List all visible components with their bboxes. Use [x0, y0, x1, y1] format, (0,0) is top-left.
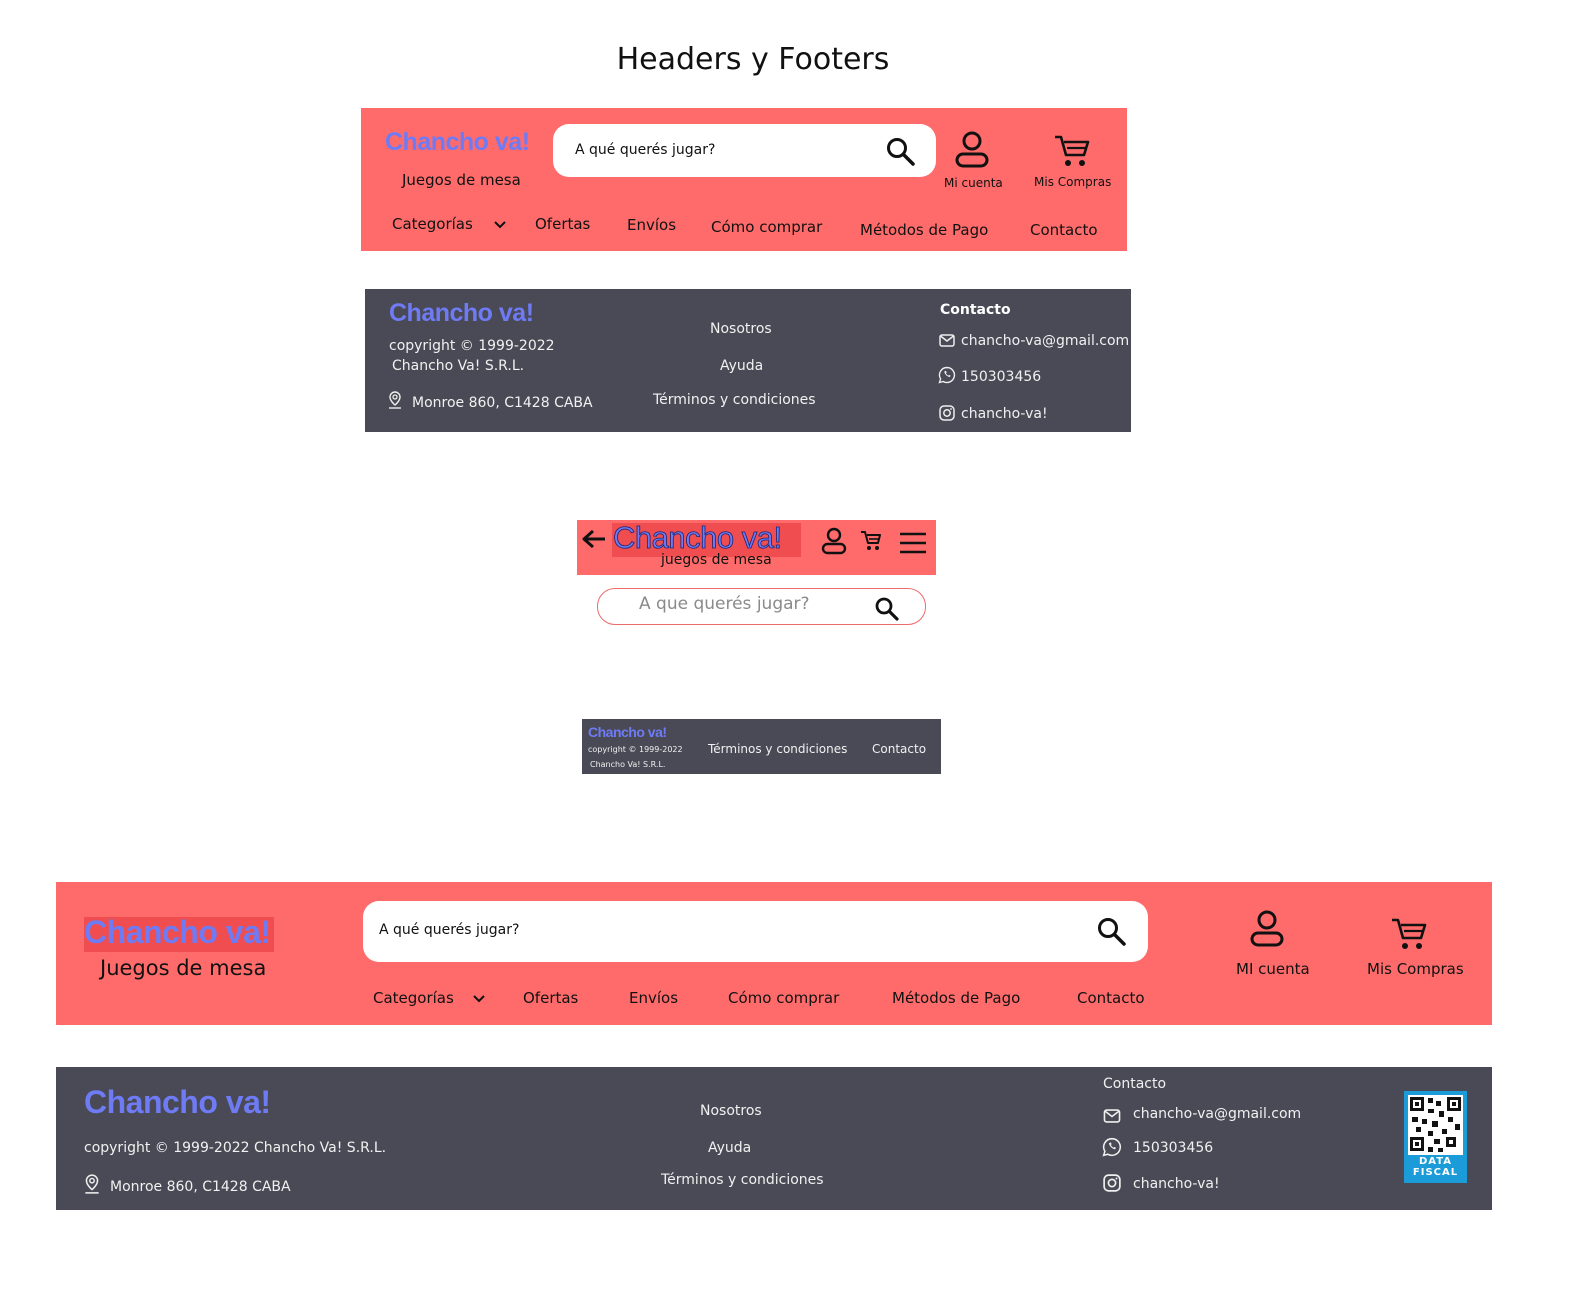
desktop-footer: Chancho va! copyright © 1999-2022 Chanch…	[365, 289, 1131, 432]
nav-contacto[interactable]: Contacto	[1030, 221, 1098, 239]
header-logo[interactable]: Chancho va!	[385, 128, 530, 157]
mobile-header: Chancho va! juegos de mesa	[577, 520, 936, 575]
footer-link-ayuda[interactable]: Ayuda	[720, 358, 763, 374]
mobile-search-bar[interactable]: A que querés jugar?	[597, 588, 926, 625]
mobile-footer: Chancho va! copyright © 1999-2022 Chanch…	[582, 719, 941, 774]
contact-title: Contacto	[940, 302, 1011, 318]
data-fiscal-qr[interactable]: DATA FISCAL	[1404, 1091, 1467, 1183]
footer-link-nosotros[interactable]: Nosotros	[700, 1103, 762, 1119]
wide-cart-label[interactable]: Mis Compras	[1367, 960, 1464, 978]
contact-instagram[interactable]: chancho-va!	[1133, 1176, 1220, 1192]
search-icon[interactable]	[1097, 917, 1127, 947]
user-icon[interactable]	[1249, 909, 1285, 949]
user-icon[interactable]	[821, 527, 847, 555]
cart-icon[interactable]	[860, 530, 882, 552]
back-arrow-icon[interactable]	[581, 528, 607, 550]
mobile-company: Chancho Va! S.R.L.	[590, 760, 666, 769]
nav-ofertas[interactable]: Ofertas	[523, 989, 578, 1007]
contact-phone[interactable]: 150303456	[1133, 1140, 1213, 1156]
nav-como-comprar[interactable]: Cómo comprar	[728, 989, 839, 1007]
wide-search-input[interactable]: A qué querés jugar?	[379, 922, 519, 938]
whatsapp-icon	[1102, 1137, 1122, 1157]
nav-como-comprar[interactable]: Cómo comprar	[711, 218, 822, 236]
contact-title: Contacto	[1103, 1076, 1167, 1092]
contact-instagram[interactable]: chancho-va!	[961, 406, 1048, 422]
wide-search-bar[interactable]: A qué querés jugar?	[363, 901, 1148, 962]
desktop-header: Chancho va! Juegos de mesa A qué querés …	[361, 108, 1127, 251]
mobile-search-input[interactable]: A que querés jugar?	[639, 594, 810, 614]
copyright-text: copyright © 1999-2022	[389, 338, 555, 354]
contact-email[interactable]: chancho-va@gmail.com	[1133, 1106, 1301, 1122]
nav-envios[interactable]: Envíos	[629, 989, 678, 1007]
header-tagline: Juegos de mesa	[402, 171, 521, 189]
wide-footer-logo[interactable]: Chancho va!	[84, 1084, 271, 1121]
mobile-footer-logo[interactable]: Chancho va!	[588, 724, 667, 740]
instagram-icon	[939, 405, 955, 421]
search-input[interactable]: A qué querés jugar?	[575, 142, 715, 158]
wide-address: Monroe 860, C1428 CABA	[110, 1179, 291, 1195]
wide-account-label[interactable]: MI cuenta	[1236, 960, 1310, 978]
chevron-down-icon	[493, 215, 506, 233]
mail-icon	[1103, 1109, 1121, 1123]
instagram-icon	[1103, 1174, 1121, 1192]
cart-label[interactable]: Mis Compras	[1034, 175, 1111, 189]
nav-metodos-pago[interactable]: Métodos de Pago	[892, 989, 1020, 1007]
footer-link-ayuda[interactable]: Ayuda	[708, 1140, 751, 1156]
contact-email[interactable]: chancho-va@gmail.com	[961, 333, 1129, 349]
company-name: Chancho Va! S.R.L.	[392, 358, 525, 374]
mobile-logo[interactable]: Chancho va!	[613, 520, 783, 556]
contact-phone[interactable]: 150303456	[961, 369, 1041, 385]
page-title: Headers y Footers	[616, 42, 890, 77]
mobile-footer-contacto[interactable]: Contacto	[872, 742, 926, 756]
wide-footer: Chancho va! copyright © 1999-2022 Chanch…	[56, 1067, 1492, 1210]
footer-link-terminos[interactable]: Términos y condiciones	[653, 392, 816, 408]
qr-caption-line2: FISCAL	[1412, 1167, 1459, 1178]
nav-metodos-pago[interactable]: Métodos de Pago	[860, 221, 988, 239]
nav-contacto[interactable]: Contacto	[1077, 989, 1145, 1007]
nav-ofertas[interactable]: Ofertas	[535, 215, 590, 233]
address-text: Monroe 860, C1428 CABA	[412, 395, 593, 411]
mobile-footer-terminos[interactable]: Términos y condiciones	[708, 742, 847, 756]
wide-header: Chancho va! Juegos de mesa A qué querés …	[56, 882, 1492, 1025]
search-bar[interactable]: A qué querés jugar?	[553, 124, 936, 177]
mobile-copyright: copyright © 1999-2022	[588, 745, 683, 754]
location-pin-icon	[84, 1174, 100, 1194]
wide-header-logo[interactable]: Chancho va!	[84, 914, 271, 951]
wide-copyright: copyright © 1999-2022 Chancho Va! S.R.L.	[84, 1140, 387, 1156]
search-icon[interactable]	[886, 137, 916, 167]
wide-header-tagline: Juegos de mesa	[100, 956, 267, 980]
whatsapp-icon	[938, 366, 956, 384]
qr-caption-line1: DATA	[1418, 1156, 1453, 1167]
search-icon[interactable]	[874, 596, 900, 622]
location-pin-icon	[388, 391, 402, 409]
user-icon[interactable]	[954, 130, 990, 170]
account-label[interactable]: Mi cuenta	[944, 176, 1003, 190]
nav-label: Categorías	[392, 215, 473, 233]
footer-logo[interactable]: Chancho va!	[389, 299, 534, 328]
footer-link-nosotros[interactable]: Nosotros	[710, 321, 772, 337]
hamburger-menu-icon[interactable]	[899, 532, 927, 554]
nav-categorias[interactable]: Categorías	[392, 215, 506, 233]
cart-icon[interactable]	[1053, 133, 1091, 169]
nav-envios[interactable]: Envíos	[627, 216, 676, 234]
footer-link-terminos[interactable]: Términos y condiciones	[661, 1172, 824, 1188]
mail-icon	[939, 334, 955, 347]
chevron-down-icon	[472, 989, 485, 1007]
nav-label: Categorías	[373, 989, 454, 1007]
cart-icon[interactable]	[1390, 916, 1428, 952]
nav-categorias[interactable]: Categorías	[373, 989, 485, 1007]
mobile-tagline: juegos de mesa	[661, 552, 772, 568]
